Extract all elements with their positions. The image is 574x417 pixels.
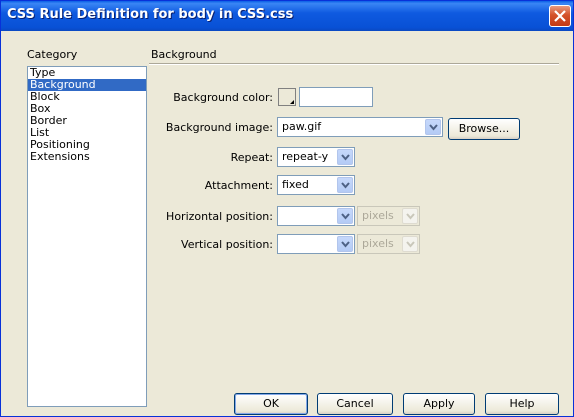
title-bar[interactable]: CSS Rule Definition for body in CSS.css <box>1 1 573 31</box>
section-title: Background <box>151 48 217 61</box>
apply-button[interactable]: Apply <box>403 393 475 415</box>
category-list[interactable]: Type Background Block Box Border List Po… <box>27 66 147 407</box>
horizontal-unit-value: pixels <box>362 209 394 222</box>
category-item-extensions[interactable]: Extensions <box>28 151 146 163</box>
bg-color-label: Background color: <box>173 91 273 104</box>
chevron-down-icon[interactable] <box>337 236 353 252</box>
chevron-down-icon <box>402 236 418 252</box>
close-button[interactable] <box>549 5 571 27</box>
horizontal-position-label: Horizontal position: <box>166 210 273 223</box>
vertical-unit-value: pixels <box>362 237 394 250</box>
horizontal-unit-select: pixels <box>357 206 420 226</box>
section-divider <box>149 63 559 65</box>
attachment-value: fixed <box>282 178 309 191</box>
help-button[interactable]: Help <box>485 393 559 415</box>
vertical-position-select[interactable] <box>277 234 355 254</box>
chevron-down-icon <box>402 208 418 224</box>
chevron-down-icon[interactable] <box>337 149 353 165</box>
bg-color-picker[interactable] <box>278 88 296 106</box>
css-rule-dialog: CSS Rule Definition for body in CSS.css … <box>0 0 574 417</box>
vertical-position-label: Vertical position: <box>181 238 273 251</box>
repeat-value: repeat-y <box>282 150 329 163</box>
bg-color-field[interactable] <box>299 87 373 107</box>
chevron-down-icon[interactable] <box>425 119 441 135</box>
chevron-down-icon[interactable] <box>337 177 353 193</box>
attachment-label: Attachment: <box>204 179 273 192</box>
close-icon <box>554 10 566 22</box>
horizontal-position-select[interactable] <box>277 206 355 226</box>
browse-button[interactable]: Browse... <box>448 118 520 140</box>
repeat-label: Repeat: <box>230 151 273 164</box>
bg-image-value: paw.gif <box>282 120 322 133</box>
chevron-down-icon[interactable] <box>337 208 353 224</box>
bg-image-select[interactable]: paw.gif <box>277 117 443 137</box>
category-header: Category <box>27 48 78 61</box>
cancel-button[interactable]: Cancel <box>317 393 393 415</box>
window-title: CSS Rule Definition for body in CSS.css <box>7 7 294 22</box>
attachment-select[interactable]: fixed <box>277 175 355 195</box>
vertical-unit-select: pixels <box>357 234 420 254</box>
color-picker-arrow-icon <box>290 100 294 104</box>
bg-image-label: Background image: <box>165 121 273 134</box>
repeat-select[interactable]: repeat-y <box>277 147 355 167</box>
ok-button[interactable]: OK <box>234 393 308 415</box>
